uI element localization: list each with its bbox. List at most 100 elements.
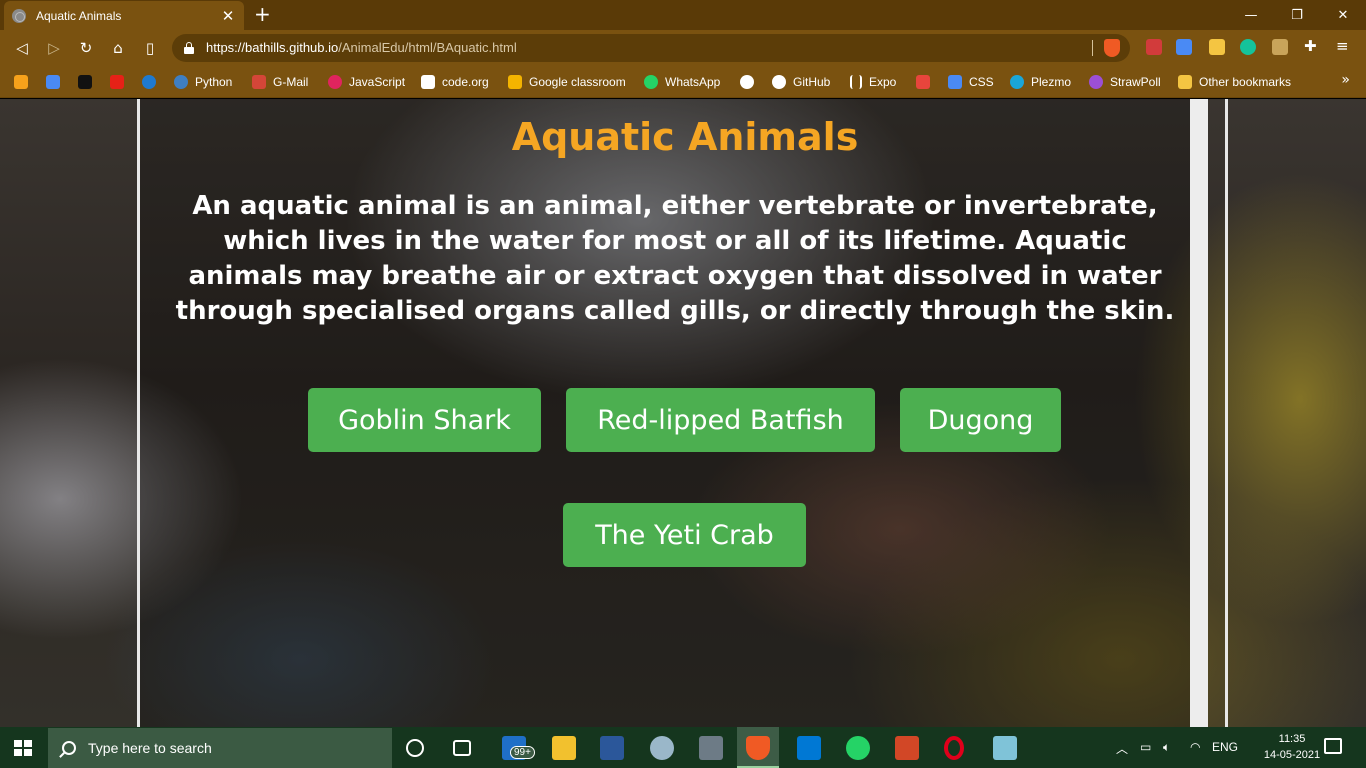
red-lipped-batfish-button[interactable]: Red-lipped Batfish: [566, 388, 875, 452]
calculator-icon[interactable]: [699, 736, 723, 760]
divider-right: [1190, 99, 1208, 727]
clock[interactable]: 11:35 14-05-2021: [1262, 731, 1322, 763]
browser-toolbar: ◁ ▷ ↻ ⌂ ▯ https://bathills.github.io/Ani…: [0, 30, 1366, 66]
volume-icon[interactable]: 🔈︎: [1163, 740, 1170, 755]
flame-icon: [14, 75, 28, 89]
clock-date: 14-05-2021: [1263, 749, 1321, 761]
menu-icon[interactable]: ≡: [1336, 37, 1349, 55]
windows-start-icon[interactable]: [14, 740, 32, 756]
wifi-icon[interactable]: ◠: [1190, 740, 1200, 754]
address-bar[interactable]: https://bathills.github.io/AnimalEdu/htm…: [172, 34, 1130, 62]
taskbar-search-box[interactable]: Type here to search: [48, 728, 392, 768]
bookmark-gmail[interactable]: G-Mail: [252, 73, 308, 91]
bookmark-python[interactable]: Python: [174, 73, 232, 91]
home-icon[interactable]: ⌂: [108, 38, 128, 58]
bookmark-b[interactable]: [78, 73, 99, 91]
bookmark-flame[interactable]: [14, 73, 35, 91]
lock-icon: [184, 42, 194, 54]
bookmark-code-org[interactable]: code.org: [421, 73, 489, 91]
bookmark-store[interactable]: [916, 73, 937, 91]
window-controls: — ❐ ✕: [1228, 0, 1366, 30]
intro-paragraph: An aquatic animal is an animal, either v…: [175, 191, 1175, 326]
divider-right-outer: [1225, 99, 1228, 727]
bookmark-plezmo[interactable]: Plezmo: [1010, 73, 1071, 91]
vscode-icon[interactable]: [797, 736, 821, 760]
grid-icon: [421, 75, 435, 89]
strawpoll-icon: [1089, 75, 1103, 89]
url-text: https://bathills.github.io/AnimalEdu/htm…: [206, 40, 517, 55]
translate-extension-icon[interactable]: [1176, 39, 1192, 55]
battery-icon[interactable]: ▭: [1140, 740, 1151, 754]
bookmarks-bar: Python G-Mail JavaScript code.org Google…: [0, 66, 1366, 98]
search-icon: [62, 741, 76, 755]
bookmark-wheel[interactable]: [740, 73, 761, 91]
bookmark-css[interactable]: CSS: [948, 73, 994, 91]
page-title: Aquatic Animals: [511, 115, 859, 159]
pen-extension-icon[interactable]: [1272, 39, 1288, 55]
language-indicator[interactable]: ENG: [1212, 740, 1238, 754]
brave-icon[interactable]: [746, 736, 770, 760]
folder-icon: [1178, 75, 1192, 89]
css-icon: [948, 75, 962, 89]
close-window-icon[interactable]: ✕: [1320, 0, 1366, 30]
forward-icon[interactable]: ▷: [44, 38, 64, 58]
classroom-icon: [508, 75, 522, 89]
extensions-puzzle-icon[interactable]: ✚: [1304, 37, 1317, 55]
paint-icon[interactable]: [650, 736, 674, 760]
bookmark-expo[interactable]: Expo: [850, 73, 896, 91]
play-icon: [142, 75, 156, 89]
notes-extension-icon[interactable]: [1209, 39, 1225, 55]
b-icon: [78, 75, 92, 89]
cortana-icon[interactable]: [406, 739, 424, 757]
back-icon[interactable]: ◁: [12, 38, 32, 58]
new-tab-icon[interactable]: +: [254, 3, 271, 25]
bookmark-github[interactable]: GitHub: [772, 73, 830, 91]
mail-badge: 99+: [510, 746, 535, 759]
grammarly-icon[interactable]: [1240, 39, 1256, 55]
divider-left: [137, 99, 140, 727]
task-view-icon[interactable]: [453, 740, 471, 756]
bookmark-translate[interactable]: [46, 73, 67, 91]
reload-icon[interactable]: ↻: [76, 38, 96, 58]
word-icon[interactable]: [600, 736, 624, 760]
github-icon: [772, 75, 786, 89]
goblin-shark-button[interactable]: Goblin Shark: [308, 388, 541, 452]
tab-aquatic-animals[interactable]: Aquatic Animals ✕: [4, 1, 244, 30]
youtube-icon: [110, 75, 124, 89]
notepad-icon[interactable]: [993, 736, 1017, 760]
bookmark-play[interactable]: [142, 73, 163, 91]
powerpoint-icon[interactable]: [895, 736, 919, 760]
yeti-crab-button[interactable]: The Yeti Crab: [563, 503, 806, 567]
windows-taskbar: Type here to search 99+ ︿ ▭ 🔈︎ ◠ ENG 11:…: [0, 727, 1366, 768]
minimize-icon[interactable]: —: [1228, 0, 1274, 30]
clock-time: 11:35: [1278, 733, 1306, 745]
bookmark-whatsapp[interactable]: WhatsApp: [644, 73, 720, 91]
bookmark-strawpoll[interactable]: StrawPoll: [1089, 73, 1161, 91]
dugong-button[interactable]: Dugong: [900, 388, 1061, 452]
globe-icon: [12, 8, 26, 23]
bookmark-google-classroom[interactable]: Google classroom: [508, 73, 626, 91]
bookmark-other[interactable]: Other bookmarks: [1178, 73, 1291, 91]
notifications-icon[interactable]: [1324, 738, 1342, 754]
opera-icon[interactable]: [944, 736, 964, 760]
file-explorer-icon[interactable]: [552, 736, 576, 760]
brave-shields-icon[interactable]: [1104, 39, 1120, 57]
bookmark-youtube[interactable]: [110, 73, 131, 91]
star-icon: [328, 75, 342, 89]
tab-strip: Aquatic Animals ✕ + — ❐ ✕: [0, 0, 1366, 30]
chevron-up-icon[interactable]: ︿: [1116, 740, 1128, 757]
bookmark-javascript[interactable]: JavaScript: [328, 73, 405, 91]
tab-title: Aquatic Animals: [36, 8, 122, 23]
bookmark-icon[interactable]: ▯: [140, 38, 160, 58]
extension-red-icon[interactable]: [1146, 39, 1162, 55]
page-viewport: Aquatic Animals An aquatic animal is an …: [0, 99, 1366, 727]
whatsapp-icon: [644, 75, 658, 89]
python-icon: [174, 75, 188, 89]
divider: [1092, 40, 1093, 56]
whatsapp-app-icon[interactable]: [846, 736, 870, 760]
chevron-right-icon[interactable]: »: [1341, 72, 1350, 88]
restore-icon[interactable]: ❐: [1274, 0, 1320, 30]
close-tab-icon[interactable]: ✕: [220, 7, 236, 25]
gmail-icon: [252, 75, 266, 89]
google-translate-icon: [46, 75, 60, 89]
